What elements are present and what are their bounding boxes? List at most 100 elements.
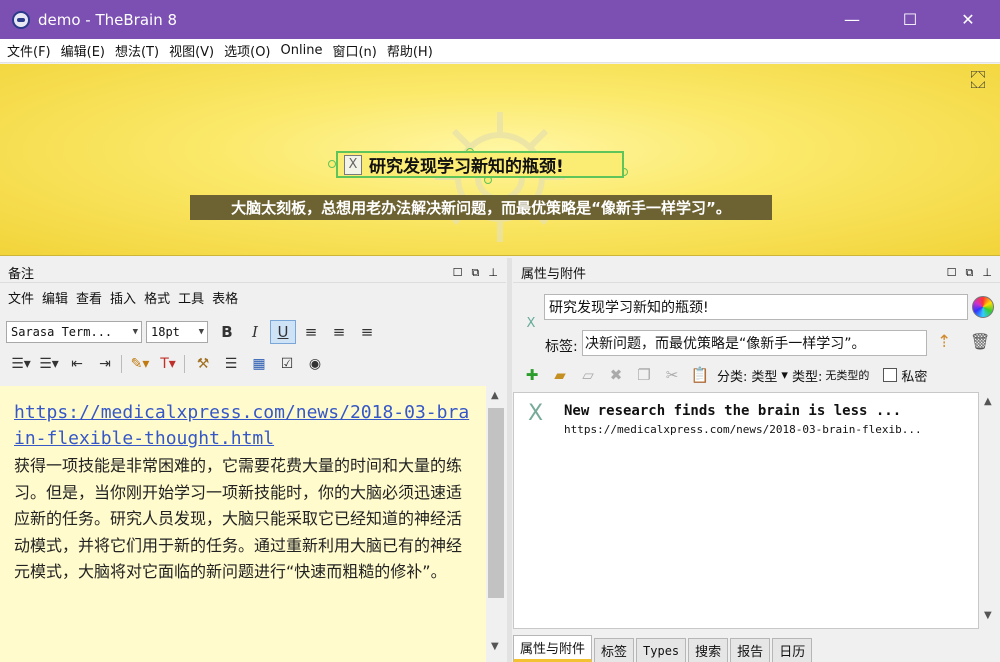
tag-field[interactable]: 决新问题，而最优策略是“像新手一样学习”。 [582,330,927,356]
thought-type-icon: X [526,316,536,331]
paste-icon[interactable]: 📋 [687,363,713,387]
edit-attachment-icon[interactable]: ▱ [575,363,601,387]
menu-online[interactable]: Online [276,43,328,58]
attachment-list[interactable]: X New research finds the brain is less .… [513,392,979,629]
category-label: 分类: [717,369,748,385]
panel-pin-icon[interactable]: ⊥ [982,266,992,280]
thought-label: 研究发现学习新知的瓶颈! [369,157,564,177]
menu-bar: 文件(F) 编辑(E) 想法(T) 视图(V) 选项(O) Online 窗口(… [0,39,1000,63]
numbered-list-icon[interactable]: ☰▾ [36,352,62,376]
expand-plex-icon[interactable]: ◸◹ ◺◿ [971,70,993,92]
tab-properties[interactable]: 属性与附件 [513,635,593,662]
properties-panel-header: 属性与附件 ☐ ⧉ ⊥ [513,263,1000,283]
italic-icon[interactable]: I [242,320,268,344]
notes-menu-table[interactable]: 表格 [208,288,242,307]
scroll-up-icon[interactable]: ▲ [984,396,992,407]
copy-icon[interactable]: ❐ [631,363,657,387]
maximize-button[interactable]: ☐ [887,0,933,39]
bold-icon[interactable]: B [214,320,240,344]
cut-icon[interactable]: ✂ [659,363,685,387]
delete-attachment-icon[interactable]: ✖ [603,363,629,387]
open-folder-icon[interactable]: ▰ [547,363,573,387]
close-button[interactable]: ✕ [945,0,991,39]
window-title: demo - TheBrain 8 [38,10,178,29]
menu-options[interactable]: 选项(O) [219,41,275,60]
menu-edit[interactable]: 编辑(E) [56,41,110,60]
align-center-icon[interactable]: ≡ [326,320,352,344]
panel-pin-icon[interactable]: ⊥ [488,266,498,280]
menu-thought[interactable]: 想法(T) [110,41,164,60]
panel-minimize-icon[interactable]: ☐ [947,266,957,280]
outdent-icon[interactable]: ⇤ [64,352,90,376]
attachment-toolbar: ✚ ▰ ▱ ✖ ❐ ✂ 📋 分类: 类型 ▾ 类型: 无类型的 私密 [513,361,1000,389]
notes-editor[interactable]: https://medicalxpress.com/news/2018-03-b… [0,386,486,662]
notes-menu-insert[interactable]: 插入 [106,288,140,307]
scroll-up-icon[interactable]: ▲ [491,390,499,401]
list-item[interactable]: X New research finds the brain is less .… [522,399,972,439]
font-value: Sarasa Term... [11,325,113,339]
color-picker-icon[interactable] [972,296,994,318]
chevron-down-icon: ▼ [132,327,138,337]
font-select[interactable]: Sarasa Term... ▼ [6,321,142,343]
notes-menu-format[interactable]: 格式 [140,288,174,307]
scroll-down-icon[interactable]: ▼ [491,641,499,652]
indent-icon[interactable]: ⇥ [92,352,118,376]
properties-panel-title: 属性与附件 [521,267,587,282]
notes-menu-view[interactable]: 查看 [72,288,106,307]
panel-splitter[interactable] [507,258,512,662]
panel-minimize-icon[interactable]: ☐ [453,266,463,280]
attachment-scrollbar[interactable]: ▲ ▼ [979,392,999,629]
attachment-title: New research finds the brain is less ... [564,403,902,419]
private-checkbox[interactable] [883,368,898,382]
notes-menu-edit[interactable]: 编辑 [38,288,72,307]
menu-file[interactable]: 文件(F) [0,41,56,60]
format-painter-icon[interactable]: ⚒ [190,352,216,376]
notes-scrollbar[interactable]: ▲ ▼ [486,386,506,662]
parent-gate[interactable] [328,160,336,168]
trash-icon[interactable]: 🗑 [970,332,990,354]
notes-menu-file[interactable]: 文件 [0,288,38,307]
table-icon[interactable]: ▦ [246,352,272,376]
chevron-down-icon[interactable]: ▾ [781,368,788,383]
notes-panel-header: 备注 ☐ ⧉ ⊥ [0,263,506,283]
tab-search[interactable]: 搜索 [688,638,729,662]
checkbox-icon[interactable]: ☑ [274,352,300,376]
title-bar: demo - TheBrain 8 — ☐ ✕ [0,0,1000,39]
bottom-tabs: 属性与附件 标签 Types 搜索 报告 日历 [513,633,1000,662]
notes-menu-tools[interactable]: 工具 [174,288,208,307]
active-thought[interactable]: X 研究发现学习新知的瓶颈! [336,151,624,178]
chevron-down-icon: ▼ [198,327,204,337]
type-value[interactable]: 无类型的 [825,367,869,383]
tab-types[interactable]: Types [636,638,687,662]
menu-window[interactable]: 窗口(n) [327,41,381,60]
category-select[interactable]: 类型 [751,366,777,385]
align-left-icon[interactable]: ≡ [298,320,324,344]
scroll-down-icon[interactable]: ▼ [984,610,992,621]
play-icon[interactable]: ◉ [302,352,328,376]
tab-calendar[interactable]: 日历 [772,638,813,662]
font-size-value: 18pt [151,325,180,339]
bullet-list-icon[interactable]: ☰▾ [8,352,34,376]
menu-view[interactable]: 视图(V) [164,41,219,60]
font-size-select[interactable]: 18pt ▼ [146,321,208,343]
highlight-icon[interactable]: ✎▾ [127,352,153,376]
pin-icon[interactable]: ⇡ [937,332,957,354]
thought-name-field[interactable]: 研究发现学习新知的瓶颈! [544,294,968,320]
tab-tags[interactable]: 标签 [594,638,635,662]
panel-float-icon[interactable]: ⧉ [966,266,974,280]
notes-menu: 文件 编辑 查看 插入 格式 工具 表格 [0,285,506,309]
menu-help[interactable]: 帮助(H) [382,41,438,60]
notes-text: 获得一项技能是非常困难的，它需要花费大量的时间和大量的练习。但是，当你刚开始学习… [14,456,463,581]
type-label: 类型: [791,369,823,385]
scroll-thumb[interactable] [488,408,504,598]
panel-float-icon[interactable]: ⧉ [472,266,480,280]
tab-reports[interactable]: 报告 [730,638,771,662]
underline-icon[interactable]: U [270,320,296,344]
minimize-button[interactable]: — [829,0,875,39]
tag-label: 标签: [545,339,578,355]
add-attachment-icon[interactable]: ✚ [519,363,545,387]
align-right-icon[interactable]: ≡ [354,320,380,344]
text-color-icon[interactable]: T▾ [155,352,181,376]
horizontal-rule-icon[interactable]: ☰ [218,352,244,376]
notes-link[interactable]: https://medicalxpress.com/news/2018-03-b… [14,400,474,452]
